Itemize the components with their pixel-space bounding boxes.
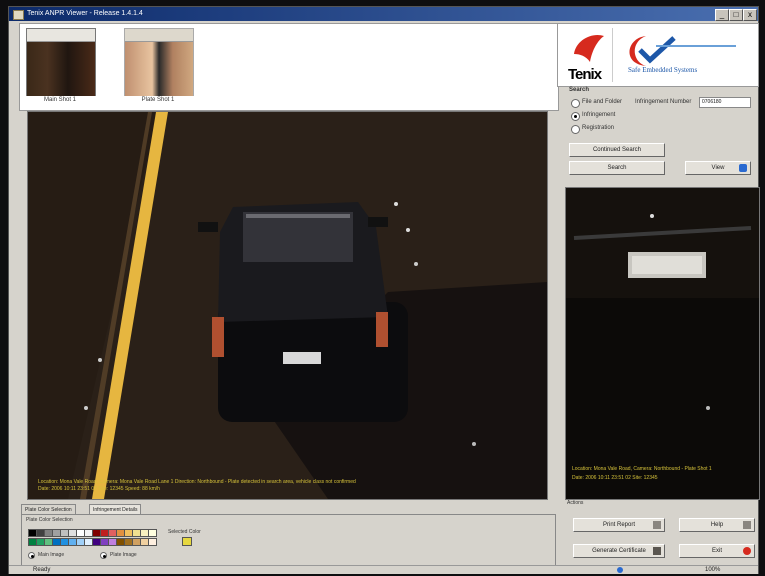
app-icon bbox=[13, 10, 24, 20]
title-bar: Tenix ANPR Viewer - Release 1.4.1.4 _ □ … bbox=[9, 7, 758, 21]
status-text: Ready bbox=[33, 567, 51, 573]
plate-overlay-caption: Date: 2006 10:11 23:51 02 Site: 12345 bbox=[572, 475, 658, 481]
exit-icon bbox=[743, 547, 751, 555]
status-indicator-icon bbox=[617, 567, 623, 573]
actions-heading: Actions bbox=[567, 500, 584, 506]
road-scene bbox=[28, 112, 547, 499]
color-swatch[interactable] bbox=[148, 529, 157, 537]
view-button-label: View bbox=[711, 165, 725, 171]
thumbnail-plate-shot[interactable] bbox=[124, 28, 194, 96]
infringement-number-input[interactable]: 0706180 bbox=[699, 97, 751, 108]
vehicle bbox=[198, 202, 408, 422]
minimize-button[interactable]: _ bbox=[715, 9, 729, 21]
status-bar: Ready 100% bbox=[9, 565, 758, 574]
radio-infringement[interactable] bbox=[571, 112, 580, 121]
thumbnail-label: Main Shot 1 bbox=[43, 97, 77, 103]
exit-label: Exit bbox=[711, 548, 722, 554]
printer-icon bbox=[653, 521, 661, 529]
maximize-button[interactable]: □ bbox=[729, 9, 743, 21]
help-label: Help bbox=[710, 522, 724, 528]
thumbnail-strip: Main Shot 1 Plate Shot 1 bbox=[19, 23, 559, 111]
generate-certificate-label: Generate Certificate bbox=[592, 548, 646, 554]
thumbnail-label: Plate Shot 1 bbox=[141, 97, 175, 103]
plate-camera-image[interactable]: Location: Mona Vale Road, Camera: Northb… bbox=[565, 187, 760, 500]
plate-image-checkbox[interactable] bbox=[100, 552, 107, 559]
color-swatch[interactable] bbox=[148, 538, 157, 546]
color-selection-legend: Plate Color Selection bbox=[26, 517, 73, 523]
print-report-label: Print Report bbox=[602, 522, 635, 528]
search-heading: Search bbox=[569, 87, 590, 93]
selected-color-swatch bbox=[182, 537, 192, 546]
tenix-mark-icon bbox=[574, 34, 604, 62]
actions-panel: Actions Print Report Help Generate Certi… bbox=[565, 500, 757, 566]
logo-panel: Tenix Safe Embedded Systems bbox=[557, 23, 759, 87]
main-image-checkbox[interactable] bbox=[28, 552, 35, 559]
radio-file-and-folder[interactable] bbox=[571, 99, 580, 108]
bottom-tab-panel: Plate Color Selection Infringement Detai… bbox=[21, 504, 556, 567]
main-image-checkbox-label: Main Image bbox=[38, 552, 65, 558]
certificate-icon bbox=[653, 547, 661, 555]
radio-label: Registration bbox=[582, 125, 615, 131]
window-title: Tenix ANPR Viewer - Release 1.4.1.4 bbox=[27, 10, 143, 17]
generate-certificate-button[interactable]: Generate Certificate bbox=[573, 544, 665, 558]
help-button[interactable]: Help bbox=[679, 518, 755, 532]
radio-label: File and Folder bbox=[582, 99, 623, 105]
view-icon bbox=[739, 164, 747, 172]
tenix-wordmark: Tenix bbox=[568, 66, 602, 83]
radio-registration[interactable] bbox=[571, 125, 580, 134]
search-button[interactable]: Search bbox=[569, 161, 665, 175]
help-icon bbox=[743, 521, 751, 529]
status-zoom: 100% bbox=[705, 567, 721, 573]
overlay-caption: Location: Mona Vale Road, Camera: Mona V… bbox=[38, 479, 356, 485]
app-window: Tenix ANPR Viewer - Release 1.4.1.4 _ □ … bbox=[8, 6, 760, 574]
plate-overlay-caption: Location: Mona Vale Road, Camera: Northb… bbox=[572, 466, 712, 472]
continued-search-button[interactable]: Continued Search bbox=[569, 143, 665, 157]
tenix-logo: Tenix bbox=[562, 28, 613, 83]
radio-label: Infringement bbox=[582, 112, 616, 118]
thumbnail-main-shot[interactable] bbox=[26, 28, 96, 96]
selected-color-label: Selected Color bbox=[168, 529, 201, 535]
close-button[interactable]: x bbox=[743, 9, 757, 21]
plate-scene bbox=[566, 188, 759, 499]
tab-body: Plate Color Selection Selected Color Mai… bbox=[21, 514, 556, 567]
ses-wordmark: Safe Embedded Systems bbox=[628, 66, 698, 74]
plate-image-checkbox-label: Plate Image bbox=[110, 552, 137, 558]
infringement-number-label: Infringement Number bbox=[635, 99, 692, 105]
exit-button[interactable]: Exit bbox=[679, 544, 755, 558]
main-camera-image[interactable]: Location: Mona Vale Road, Camera: Mona V… bbox=[27, 111, 548, 500]
view-button[interactable]: View bbox=[685, 161, 751, 175]
search-panel: Search File and Folder Infringement Regi… bbox=[557, 85, 757, 183]
overlay-caption: Date: 2006 10:11 23:51 02 Site: 12345 Sp… bbox=[38, 486, 160, 492]
print-report-button[interactable]: Print Report bbox=[573, 518, 665, 532]
